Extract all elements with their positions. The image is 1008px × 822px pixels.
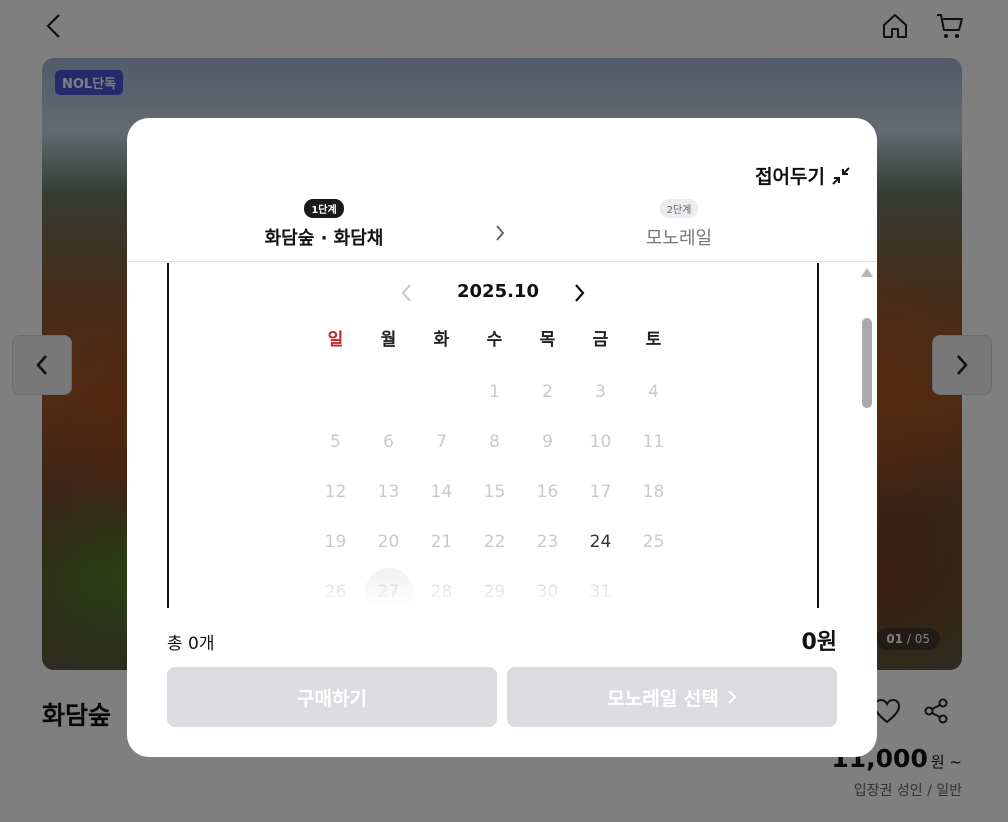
collapse-button[interactable]: 접어두기	[755, 162, 851, 189]
calendar-grid: 일 월 화 수 목 금 토 1 2 3 4 5 6 7 8 9 10 11 12 13 14 15 16 17 18 19 20 21…	[309, 321, 680, 608]
select-monorail-button[interactable]: 모노레일 선택	[507, 667, 837, 727]
calendar-day: 20	[377, 532, 400, 552]
calendar-blank	[362, 371, 415, 421]
calendar-day: 4	[648, 382, 659, 402]
calendar-day: 10	[589, 432, 612, 452]
step-1-badge: 1단계	[304, 199, 344, 218]
calendar-day: 12	[324, 482, 347, 502]
calendar-day: 9	[542, 432, 553, 452]
calendar-day: 7	[436, 432, 447, 452]
calendar-day: 17	[589, 482, 612, 502]
step-1[interactable]: 1단계 화담숲 · 화담채	[257, 198, 391, 250]
buy-button[interactable]: 구매하기	[167, 667, 497, 727]
weekday-label: 금	[592, 330, 609, 350]
calendar-day: 22	[483, 532, 506, 552]
calendar-header: 2025.10	[169, 281, 817, 303]
booking-modal: 접어두기 1단계 화담숲 · 화담채 2단계 모노레일 2025.10 일 월 화 수…	[127, 118, 877, 757]
step-2-badge: 2단계	[659, 199, 699, 218]
calendar-day[interactable]: 24	[574, 521, 627, 571]
calendar-day: 3	[595, 382, 606, 402]
calendar-fade	[169, 568, 817, 608]
collapse-label: 접어두기	[755, 166, 825, 188]
calendar-day: 13	[377, 482, 400, 502]
calendar-day: 21	[430, 532, 453, 552]
collapse-icon	[832, 166, 850, 185]
weekday-label: 토	[645, 330, 662, 350]
scroll-thumb[interactable]	[862, 318, 872, 408]
calendar-blank	[309, 371, 362, 421]
calendar-day: 14	[430, 482, 453, 502]
weekday-label: 수	[486, 330, 503, 350]
step-2-label: 모노레일	[645, 228, 713, 249]
step-indicator: 1단계 화담숲 · 화담채 2단계 모노레일	[127, 198, 877, 262]
total-price: 0원	[801, 630, 837, 655]
calendar-day: 23	[536, 532, 559, 552]
calendar-day: 2	[542, 382, 553, 402]
step-1-label: 화담숲 · 화담채	[264, 228, 384, 249]
calendar-day: 19	[324, 532, 347, 552]
scrollbar[interactable]	[860, 266, 874, 606]
step-2[interactable]: 2단계 모노레일	[615, 198, 743, 250]
calendar-prev-icon[interactable]	[399, 283, 413, 303]
calendar-day: 18	[642, 482, 665, 502]
weekday-label: 목	[539, 330, 556, 350]
calendar-day: 5	[330, 432, 341, 452]
calendar-day: 16	[536, 482, 559, 502]
chevron-right-icon	[496, 225, 505, 241]
calendar-day: 1	[489, 382, 500, 402]
chevron-right-icon	[727, 690, 737, 704]
calendar-day: 11	[642, 432, 665, 452]
weekday-label: 월	[380, 330, 397, 350]
total-count: 총 0개	[167, 634, 215, 654]
calendar-day: 25	[642, 532, 665, 552]
scroll-up-arrow-icon[interactable]	[861, 268, 873, 277]
weekday-label: 화	[433, 330, 450, 350]
calendar-day: 15	[483, 482, 506, 502]
calendar-day: 8	[489, 432, 500, 452]
buy-button-label: 구매하기	[297, 687, 367, 710]
calendar-next-icon[interactable]	[573, 283, 587, 303]
calendar-month: 2025.10	[457, 281, 539, 302]
weekday-label: 일	[327, 330, 344, 350]
calendar-blank	[415, 371, 468, 421]
calendar-day: 6	[383, 432, 394, 452]
total-row: 총 0개 0원	[167, 624, 837, 656]
calendar: 2025.10 일 월 화 수 목 금 토 1 2 3 4 5 6 7 8 9 10 11 12 13 14 15 16 17…	[167, 263, 819, 608]
select-monorail-label: 모노레일 선택	[607, 687, 719, 710]
